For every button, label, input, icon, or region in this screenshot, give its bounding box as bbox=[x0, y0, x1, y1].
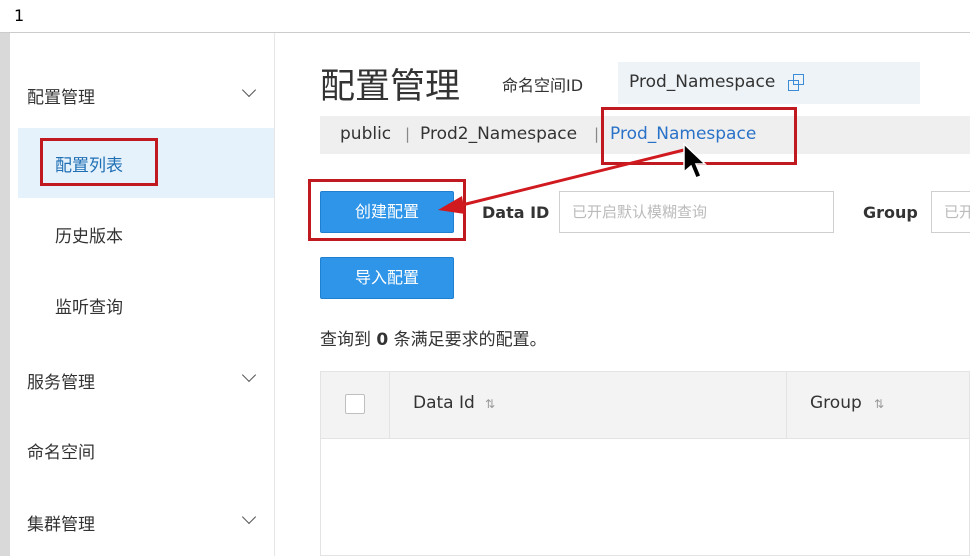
mouse-cursor-icon bbox=[683, 142, 707, 179]
annotation-arrow bbox=[438, 147, 689, 214]
annotation-arrow-head bbox=[438, 196, 465, 214]
annotation-arrow-line bbox=[457, 147, 689, 208]
